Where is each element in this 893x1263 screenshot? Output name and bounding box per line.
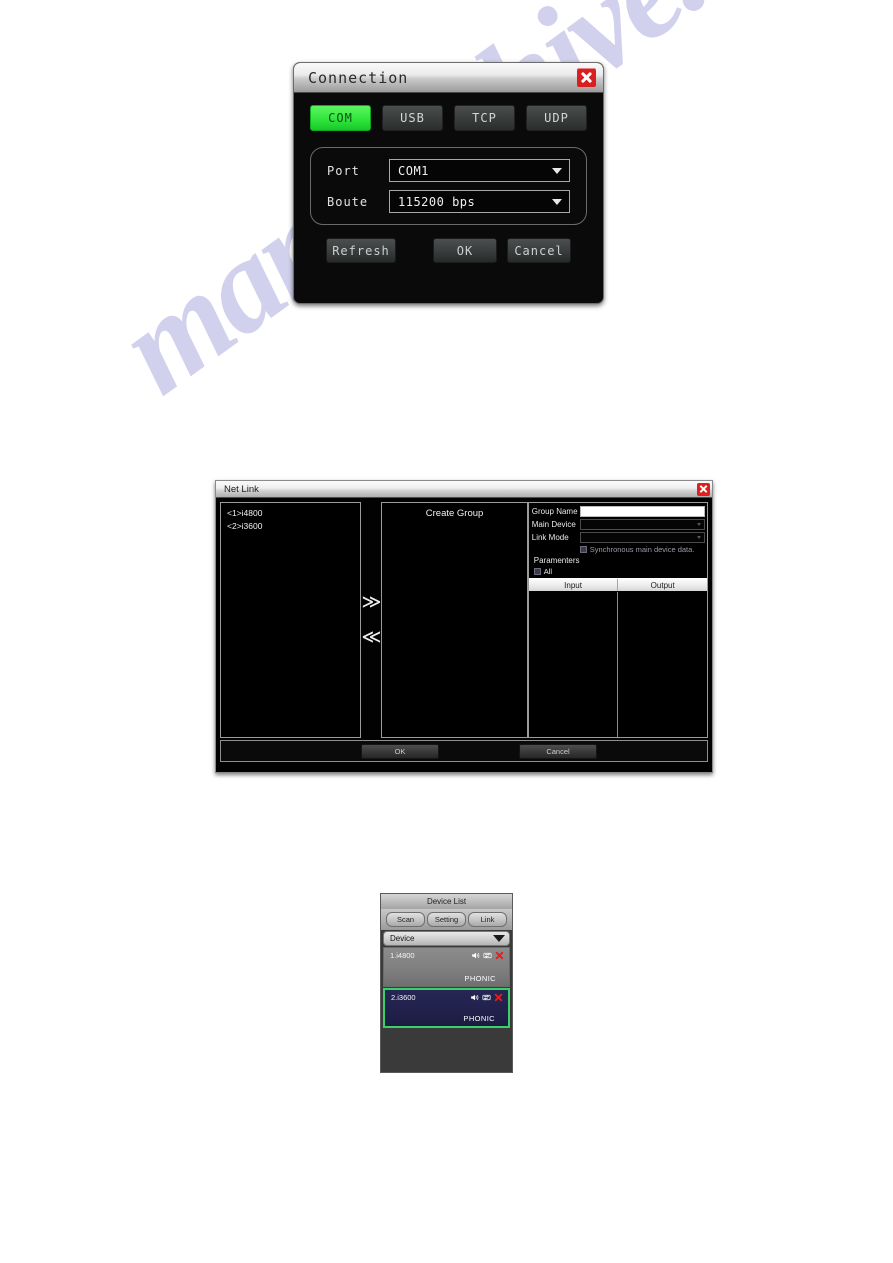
parameters-table-header: Input Output xyxy=(528,578,707,591)
connection-footer: Refresh OK Cancel xyxy=(310,225,587,263)
chevron-down-icon xyxy=(493,935,505,942)
connection-titlebar: Connection xyxy=(294,63,603,93)
tab-usb[interactable]: USB xyxy=(382,105,443,131)
tab-com[interactable]: COM xyxy=(310,105,371,131)
transfer-arrows: ≫ ≪ xyxy=(361,502,381,738)
close-icon[interactable] xyxy=(577,68,596,87)
connection-body: COM USB TCP UDP Port COM1 Boute 115200 b… xyxy=(294,93,603,263)
link-mode-label: Link Mode xyxy=(531,533,569,542)
device-card-header: 1.i4800 xyxy=(390,951,504,960)
output-column xyxy=(618,592,707,737)
tab-tcp[interactable]: TCP xyxy=(454,105,515,131)
column-header-output: Output xyxy=(650,580,675,590)
main-device-label: Main Device xyxy=(531,520,576,529)
baud-select[interactable]: 115200 bps xyxy=(389,190,570,213)
group-settings-pane: Group Name Main Device Link Mode Synchro… xyxy=(527,502,708,738)
device-list-toolbar: Scan Setting Link xyxy=(381,909,512,930)
device-filter-value: Device xyxy=(390,934,415,943)
device-brand: PHONIC xyxy=(463,1014,495,1023)
net-link-titlebar: Net Link xyxy=(216,481,712,498)
net-link-title: Net Link xyxy=(224,483,259,495)
link-mode-row: Link Mode xyxy=(532,532,705,543)
setting-button[interactable]: Setting xyxy=(427,912,466,927)
all-checkbox-row: All xyxy=(532,567,705,576)
parameters-table-body[interactable] xyxy=(528,591,707,737)
connection-tabs: COM USB TCP UDP xyxy=(310,105,587,131)
net-link-ok-button[interactable]: OK xyxy=(361,743,439,759)
device-card-i4800[interactable]: 1.i4800 PHONIC xyxy=(383,947,510,987)
port-select[interactable]: COM1 xyxy=(389,159,570,182)
input-column xyxy=(529,592,619,737)
speaker-icon[interactable] xyxy=(470,993,479,1002)
sync-icon[interactable] xyxy=(483,951,492,960)
chevron-double-left-icon[interactable]: ≪ xyxy=(361,628,381,647)
com-settings-group: Port COM1 Boute 115200 bps xyxy=(310,147,587,225)
baud-label: Boute xyxy=(327,194,369,209)
device-name: 1.i4800 xyxy=(390,951,415,960)
chevron-down-icon xyxy=(697,523,701,526)
column-header-input: Input xyxy=(529,579,619,591)
main-device-select[interactable] xyxy=(579,519,705,530)
sync-icon[interactable] xyxy=(482,993,491,1002)
device-brand: PHONIC xyxy=(464,974,496,983)
net-link-cancel-button[interactable]: Cancel xyxy=(519,743,597,759)
sync-checkbox-label: Synchronous main device data. xyxy=(589,545,695,554)
tab-udp[interactable]: UDP xyxy=(526,105,587,131)
close-icon[interactable] xyxy=(697,482,710,496)
speaker-icon[interactable] xyxy=(471,951,480,960)
net-link-body: <1>i4800 <2>i3600 ≫ ≪ Create Group Group… xyxy=(216,498,712,738)
group-name-label: Group Name xyxy=(531,507,578,516)
list-item[interactable]: <2>i3600 xyxy=(225,520,360,533)
device-name: 2.i3600 xyxy=(391,993,416,1002)
port-row: Port COM1 xyxy=(327,159,570,182)
chevron-double-right-icon[interactable]: ≫ xyxy=(361,593,381,612)
close-icon[interactable] xyxy=(494,993,503,1002)
device-list-panel: Device List Scan Setting Link Device 1.i… xyxy=(380,893,513,1073)
chevron-down-icon xyxy=(552,198,562,205)
device-icon-group xyxy=(471,951,504,960)
connection-title: Connection xyxy=(308,68,409,87)
device-card-i3600[interactable]: 2.i3600 PHONIC xyxy=(383,988,510,1028)
close-icon[interactable] xyxy=(495,951,504,960)
device-icon-group xyxy=(470,993,503,1002)
available-devices-list[interactable]: <1>i4800 <2>i3600 xyxy=(220,502,362,738)
baud-value: 115200 bps xyxy=(398,194,476,209)
sync-checkbox-row: Synchronous main device data. xyxy=(532,545,705,554)
link-mode-select[interactable] xyxy=(579,532,705,543)
scan-button[interactable]: Scan xyxy=(386,912,425,927)
parameters-label: Paramenters xyxy=(533,556,580,565)
refresh-button[interactable]: Refresh xyxy=(326,238,396,263)
device-list-title: Device List xyxy=(381,894,512,909)
group-name-input[interactable] xyxy=(579,506,705,517)
group-name-row: Group Name xyxy=(532,506,705,517)
group-form: Group Name Main Device Link Mode Synchro… xyxy=(529,503,707,576)
cancel-button[interactable]: Cancel xyxy=(507,238,571,263)
list-item[interactable]: <1>i4800 xyxy=(225,507,360,520)
create-group-title: Create Group xyxy=(425,508,484,519)
baud-row: Boute 115200 bps xyxy=(327,190,570,213)
device-filter-select[interactable]: Device xyxy=(383,931,510,946)
sync-checkbox[interactable] xyxy=(579,546,587,553)
all-checkbox-label: All xyxy=(543,567,553,576)
port-label: Port xyxy=(327,163,360,178)
net-link-dialog: Net Link <1>i4800 <2>i3600 ≫ ≪ Create Gr… xyxy=(215,480,713,773)
create-group-pane[interactable]: Create Group xyxy=(381,502,528,738)
ok-button[interactable]: OK xyxy=(433,238,497,263)
connection-dialog: Connection COM USB TCP UDP Port COM1 Bou… xyxy=(293,62,604,304)
main-device-row: Main Device xyxy=(532,519,705,530)
device-card-header: 2.i3600 xyxy=(391,993,503,1002)
chevron-down-icon xyxy=(697,536,701,539)
chevron-down-icon xyxy=(552,167,562,174)
net-link-footer: OK Cancel xyxy=(220,740,708,762)
link-button[interactable]: Link xyxy=(468,912,507,927)
all-checkbox[interactable] xyxy=(533,568,541,575)
port-value: COM1 xyxy=(398,163,429,178)
